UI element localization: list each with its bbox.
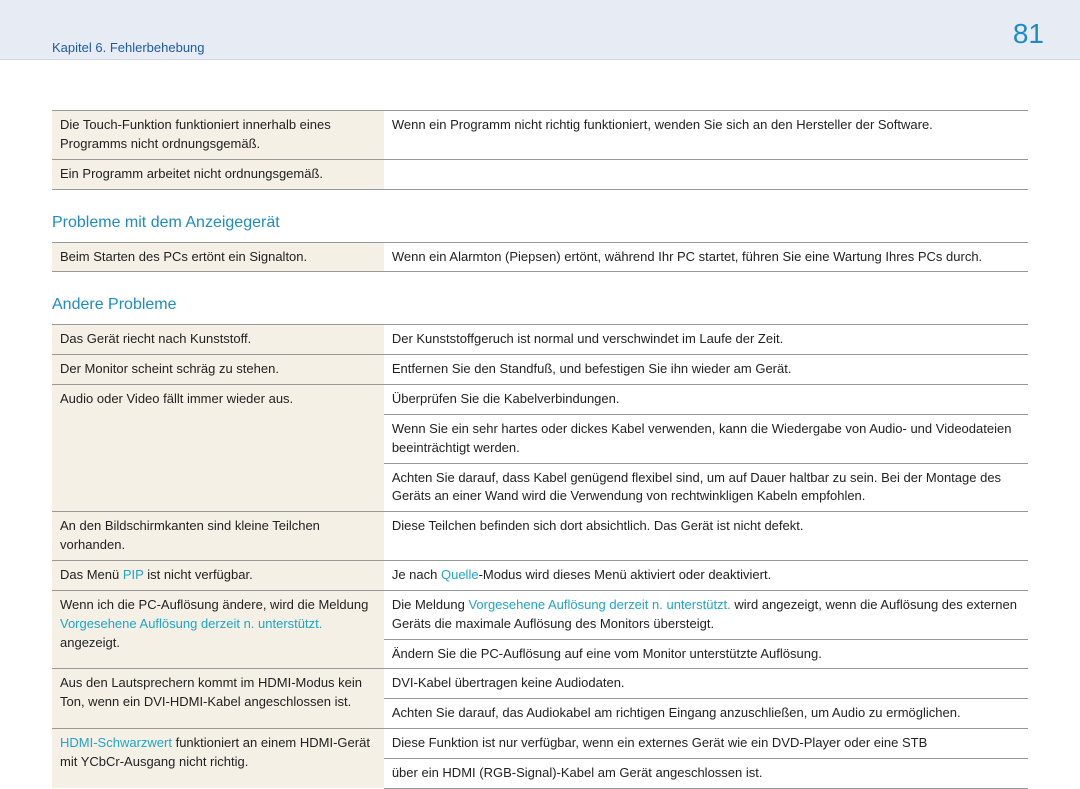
- solution-cell: [384, 159, 1028, 189]
- problem-cell: Beim Starten des PCs ertönt ein Signalto…: [52, 242, 384, 272]
- table-row: An den Bildschirmkanten sind kleine Teil…: [52, 512, 1028, 561]
- highlight-term: Vorgesehene Auflösung derzeit n. unterst…: [60, 616, 322, 631]
- highlight-term: Quelle: [441, 567, 479, 582]
- troubleshoot-table-1: Die Touch-Funktion funktioniert innerhal…: [52, 110, 1028, 190]
- problem-cell: Audio oder Video fällt immer wieder aus.: [52, 385, 384, 512]
- solution-cell: Wenn ein Programm nicht richtig funktion…: [384, 111, 1028, 160]
- solution-cell: Achten Sie darauf, dass Kabel genügend f…: [384, 463, 1028, 512]
- heading-display-problems: Probleme mit dem Anzeigegerät: [52, 190, 1028, 242]
- table-row: Audio oder Video fällt immer wieder aus.…: [52, 385, 1028, 415]
- table-row: Ein Programm arbeitet nicht ordnungsgemä…: [52, 159, 1028, 189]
- solution-cell: Diese Teilchen befinden sich dort absich…: [384, 512, 1028, 561]
- problem-cell: Ein Programm arbeitet nicht ordnungsgemä…: [52, 159, 384, 189]
- solution-cell: Achten Sie darauf, das Audiokabel am ric…: [384, 699, 1028, 729]
- highlight-term: Vorgesehene Auflösung derzeit n. unterst…: [468, 597, 730, 612]
- heading-other-problems: Andere Probleme: [52, 272, 1028, 324]
- solution-cell: Der Kunststoffgeruch ist normal und vers…: [384, 325, 1028, 355]
- problem-cell: Aus den Lautsprechern kommt im HDMI-Modu…: [52, 669, 384, 729]
- problem-cell: An den Bildschirmkanten sind kleine Teil…: [52, 512, 384, 561]
- solution-cell: Ändern Sie die PC-Auflösung auf eine vom…: [384, 639, 1028, 669]
- troubleshoot-table-3: Das Gerät riecht nach Kunststoff.Der Kun…: [52, 324, 1028, 788]
- solution-cell: Überprüfen Sie die Kabelverbindungen.: [384, 385, 1028, 415]
- solution-cell: Die Meldung Vorgesehene Auflösung derzei…: [384, 590, 1028, 639]
- table-row: Der Monitor scheint schräg zu stehen.Ent…: [52, 355, 1028, 385]
- problem-cell: Die Touch-Funktion funktioniert innerhal…: [52, 111, 384, 160]
- page-content: Die Touch-Funktion funktioniert innerhal…: [0, 60, 1080, 789]
- solution-cell: Entfernen Sie den Standfuß, und befestig…: [384, 355, 1028, 385]
- problem-cell: Wenn ich die PC-Auflösung ändere, wird d…: [52, 590, 384, 669]
- problem-cell: HDMI-Schwarzwert funktioniert an einem H…: [52, 729, 384, 789]
- table-row: HDMI-Schwarzwert funktioniert an einem H…: [52, 729, 1028, 759]
- chapter-label: Kapitel 6. Fehlerbehebung: [52, 0, 1028, 55]
- solution-cell: Wenn Sie ein sehr hartes oder dickes Kab…: [384, 414, 1028, 463]
- table-row: Wenn ich die PC-Auflösung ändere, wird d…: [52, 590, 1028, 639]
- problem-cell: Der Monitor scheint schräg zu stehen.: [52, 355, 384, 385]
- highlight-term: PIP: [123, 567, 144, 582]
- table-row: Aus den Lautsprechern kommt im HDMI-Modu…: [52, 669, 1028, 699]
- solution-cell: Diese Funktion ist nur verfügbar, wenn e…: [384, 729, 1028, 759]
- solution-cell: DVI-Kabel übertragen keine Audiodaten.: [384, 669, 1028, 699]
- table-row: Beim Starten des PCs ertönt ein Signalto…: [52, 242, 1028, 272]
- table-row: Die Touch-Funktion funktioniert innerhal…: [52, 111, 1028, 160]
- table-row: Das Menü PIP ist nicht verfügbar.Je nach…: [52, 560, 1028, 590]
- solution-cell: Je nach Quelle-Modus wird dieses Menü ak…: [384, 560, 1028, 590]
- troubleshoot-table-2: Beim Starten des PCs ertönt ein Signalto…: [52, 242, 1028, 273]
- solution-cell: Wenn ein Alarmton (Piepsen) ertönt, währ…: [384, 242, 1028, 272]
- page-header: Kapitel 6. Fehlerbehebung 81: [0, 0, 1080, 60]
- highlight-term: HDMI-Schwarzwert: [60, 735, 172, 750]
- problem-cell: Das Gerät riecht nach Kunststoff.: [52, 325, 384, 355]
- problem-cell: Das Menü PIP ist nicht verfügbar.: [52, 560, 384, 590]
- page-number: 81: [1013, 18, 1044, 50]
- table-row: Das Gerät riecht nach Kunststoff.Der Kun…: [52, 325, 1028, 355]
